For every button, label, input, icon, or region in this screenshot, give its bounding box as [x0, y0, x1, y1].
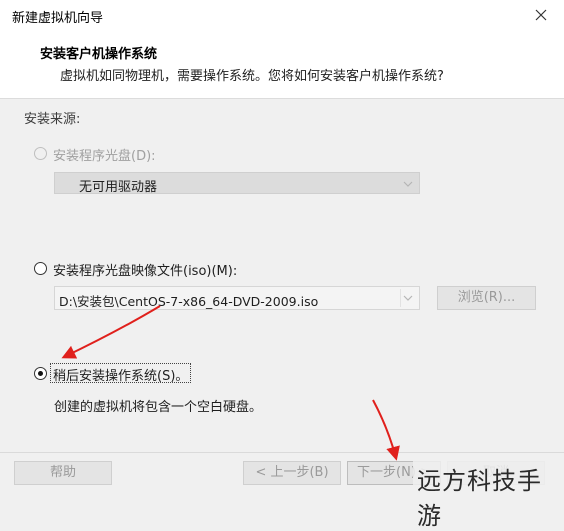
close-icon [535, 9, 547, 21]
window-title: 新建虚拟机向导 [12, 11, 104, 26]
install-later-label: 稍后安装操作系统(S)。 [53, 369, 189, 384]
install-later-hint: 创建的虚拟机将包含一个空白硬盘。 [54, 400, 263, 415]
optical-drive-value: 无可用驱动器 [79, 180, 158, 195]
combo-divider [400, 289, 401, 307]
iso-file-radio[interactable] [34, 262, 47, 275]
watermark-text: 远方科技手游 [413, 461, 564, 531]
install-later-radio[interactable] [34, 367, 47, 380]
optical-drive-dropdown[interactable]: 无可用驱动器 [54, 172, 420, 195]
title-bar: 新建虚拟机向导 [0, 0, 564, 30]
arrow-to-next-button [372, 399, 400, 461]
install-source-label: 安装来源: [24, 112, 81, 127]
iso-file-label: 安装程序光盘映像文件(iso)(M): [53, 264, 238, 279]
help-button[interactable]: 帮助 [14, 461, 112, 485]
arrow-to-install-later [61, 305, 161, 359]
optical-drive-label: 安装程序光盘(D): [53, 149, 156, 164]
chevron-down-icon [403, 181, 413, 187]
browse-button[interactable]: 浏览(R)... [437, 286, 536, 310]
iso-path-value: D:\安装包\CentOS-7-x86_64-DVD-2009.iso [59, 294, 319, 309]
iso-path-combobox[interactable]: D:\安装包\CentOS-7-x86_64-DVD-2009.iso [54, 286, 420, 310]
chevron-down-icon [403, 295, 413, 301]
wizard-header: 安装客户机操作系统 虚拟机如同物理机，需要操作系统。您将如何安装客户机操作系统? [0, 30, 564, 99]
page-title: 安装客户机操作系统 [40, 47, 158, 62]
optical-drive-radio[interactable] [34, 147, 47, 160]
close-button[interactable] [518, 0, 564, 30]
page-subtitle: 虚拟机如同物理机，需要操作系统。您将如何安装客户机操作系统? [60, 69, 444, 84]
back-button[interactable]: < 上一步(B) [243, 461, 341, 485]
